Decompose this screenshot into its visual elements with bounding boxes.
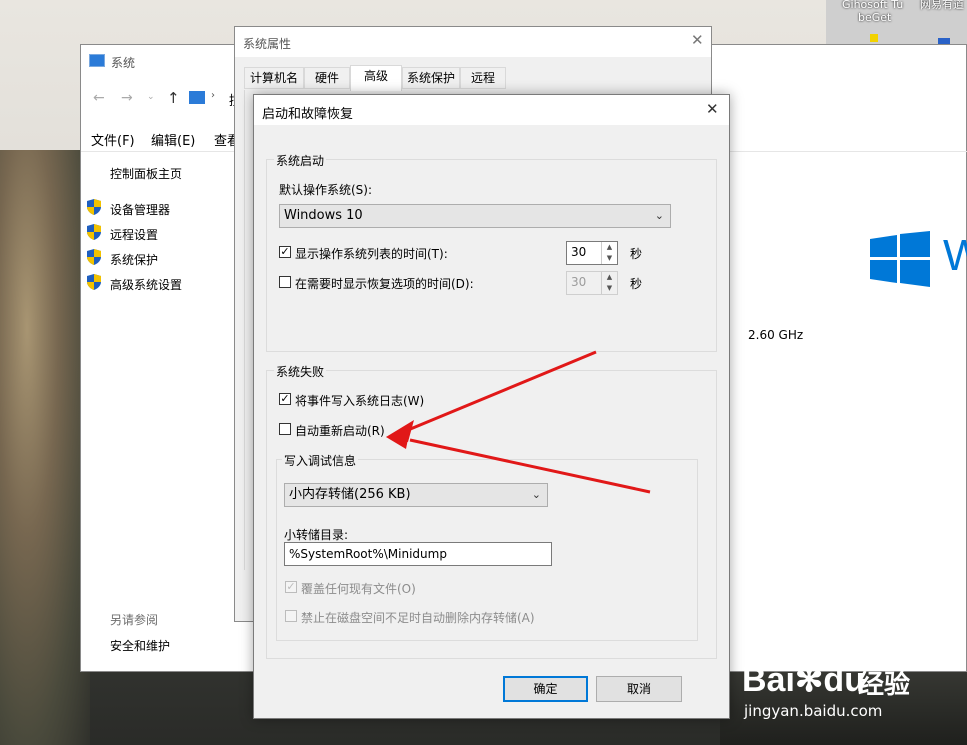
watermark-brand: Bai✻du xyxy=(742,660,865,700)
paw-icon: ✻ xyxy=(794,661,824,699)
watermark-cn: 经验 xyxy=(858,670,911,700)
annotation-arrows xyxy=(386,350,651,494)
watermark-brand-text: Bai xyxy=(742,661,795,699)
baidu-watermark: Bai✻du 经验 jingyan.baidu.com xyxy=(740,640,967,730)
arrow-line-upper xyxy=(407,350,597,432)
watermark-url: jingyan.baidu.com xyxy=(744,702,883,720)
arrow-line-lower xyxy=(409,438,651,494)
